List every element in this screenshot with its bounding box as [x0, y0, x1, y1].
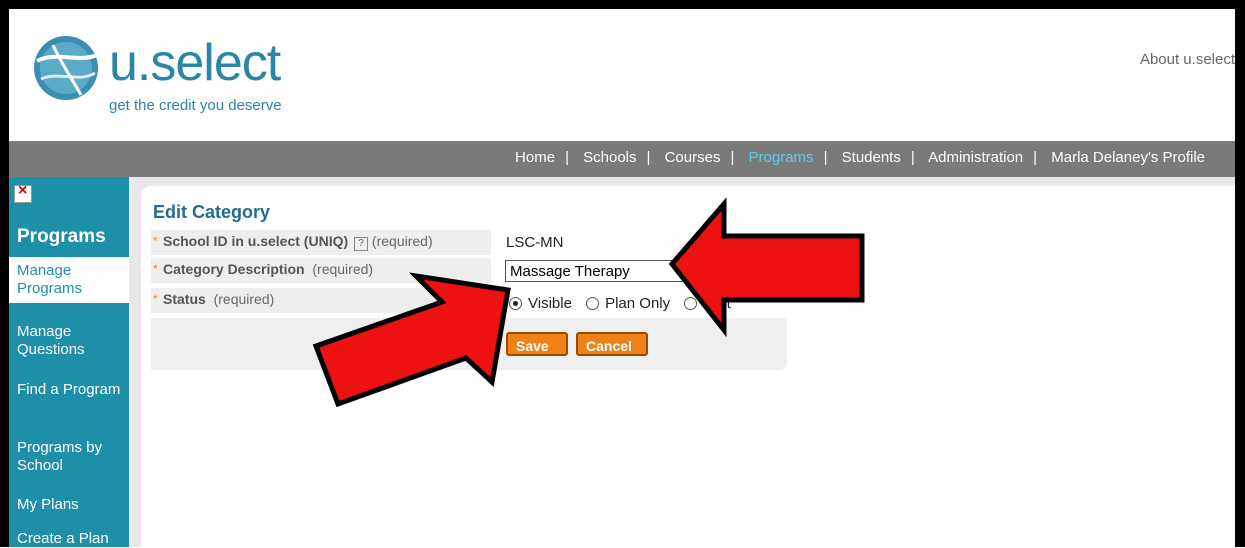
status-visible-radio[interactable]	[509, 296, 522, 310]
nav-administration[interactable]: Administration	[928, 149, 1023, 166]
nav-separator: |	[730, 149, 735, 166]
main-nav: Home | Schools | Courses | Programs | Studen…	[9, 141, 1235, 177]
required-note: (required)	[312, 261, 374, 277]
nav-programs[interactable]: Programs	[749, 149, 814, 166]
sidebar-title: Programs	[9, 219, 129, 255]
school-id-label-text: School ID in u.select (UNIQ)	[163, 233, 349, 249]
nav-separator: |	[823, 149, 828, 166]
globe-logo-icon	[34, 36, 98, 100]
nav-separator: |	[1033, 149, 1038, 166]
logo-wordmark: u.select	[109, 34, 281, 92]
status-plan-only-radio[interactable]	[586, 296, 600, 310]
required-star: *	[153, 292, 158, 306]
frame-border-right	[1235, 0, 1245, 547]
status-plan-only-label: Plan Only	[605, 294, 671, 312]
close-icon[interactable]	[14, 182, 32, 203]
help-icon[interactable]: ?	[354, 237, 369, 251]
save-button[interactable]: Save	[506, 332, 568, 356]
required-star: *	[153, 234, 158, 248]
about-link[interactable]: About u.select	[1140, 51, 1235, 68]
button-bar: Save Cancel	[151, 318, 787, 370]
status-visible-label: Visible	[528, 294, 572, 312]
sidebar-item-programs-by-school[interactable]: Programs by School	[9, 439, 129, 475]
site-header: u.select get the credit you deserve Abou…	[9, 9, 1235, 141]
status-label-text: Status	[163, 291, 206, 307]
frame-border-top	[0, 0, 1245, 9]
status-test-radio[interactable]	[684, 296, 698, 310]
sidebar: Programs Manage Programs Manage Question…	[9, 177, 129, 547]
content-panel: Edit Category * School ID in u.select (U…	[141, 186, 1235, 547]
sidebar-item-manage-programs[interactable]: Manage Programs	[9, 257, 129, 303]
frame-border-left	[0, 0, 9, 547]
cancel-button[interactable]: Cancel	[576, 332, 648, 356]
nav-courses[interactable]: Courses	[665, 149, 721, 166]
category-description-input[interactable]	[505, 260, 715, 282]
school-id-label: School ID in u.select (UNIQ) ? (required…	[163, 233, 433, 251]
school-id-value: LSC-MN	[506, 234, 564, 251]
nav-separator: |	[646, 149, 651, 166]
required-star: *	[153, 262, 158, 276]
school-id-row: * School ID in u.select (UNIQ) ? (requir…	[151, 230, 491, 255]
description-row: * Category Description (required)	[151, 258, 491, 283]
status-test-label: Test	[703, 294, 731, 312]
status-row: * Status (required)	[151, 288, 491, 313]
nav-home[interactable]: Home	[515, 149, 555, 166]
page-title: Edit Category	[153, 202, 271, 222]
nav-separator: |	[910, 149, 915, 166]
sidebar-item-find-program[interactable]: Find a Program	[9, 381, 129, 399]
sidebar-item-manage-questions[interactable]: Manage Questions	[9, 323, 129, 359]
description-label: Category Description (required)	[163, 261, 373, 277]
sidebar-item-create-plan[interactable]: Create a Plan	[9, 530, 129, 548]
status-radio-group: Visible Plan Only Test	[509, 294, 741, 312]
required-note: (required)	[213, 291, 275, 307]
sidebar-item-my-plans[interactable]: My Plans	[9, 496, 129, 514]
nav-profile[interactable]: Marla Delaney's Profile	[1051, 149, 1205, 166]
logo-tagline: get the credit you deserve	[109, 97, 282, 114]
screenshot-frame: u.select get the credit you deserve Abou…	[0, 0, 1245, 547]
nav-separator: |	[565, 149, 569, 166]
nav-schools[interactable]: Schools	[583, 149, 636, 166]
description-label-text: Category Description	[163, 261, 305, 277]
nav-students[interactable]: Students	[842, 149, 901, 166]
nav-items: Home | Schools | Courses | Programs | Studen…	[515, 149, 1205, 166]
status-label: Status (required)	[163, 291, 274, 307]
required-note: (required)	[371, 233, 433, 249]
logo[interactable]: u.select get the credit you deserve	[31, 27, 331, 127]
